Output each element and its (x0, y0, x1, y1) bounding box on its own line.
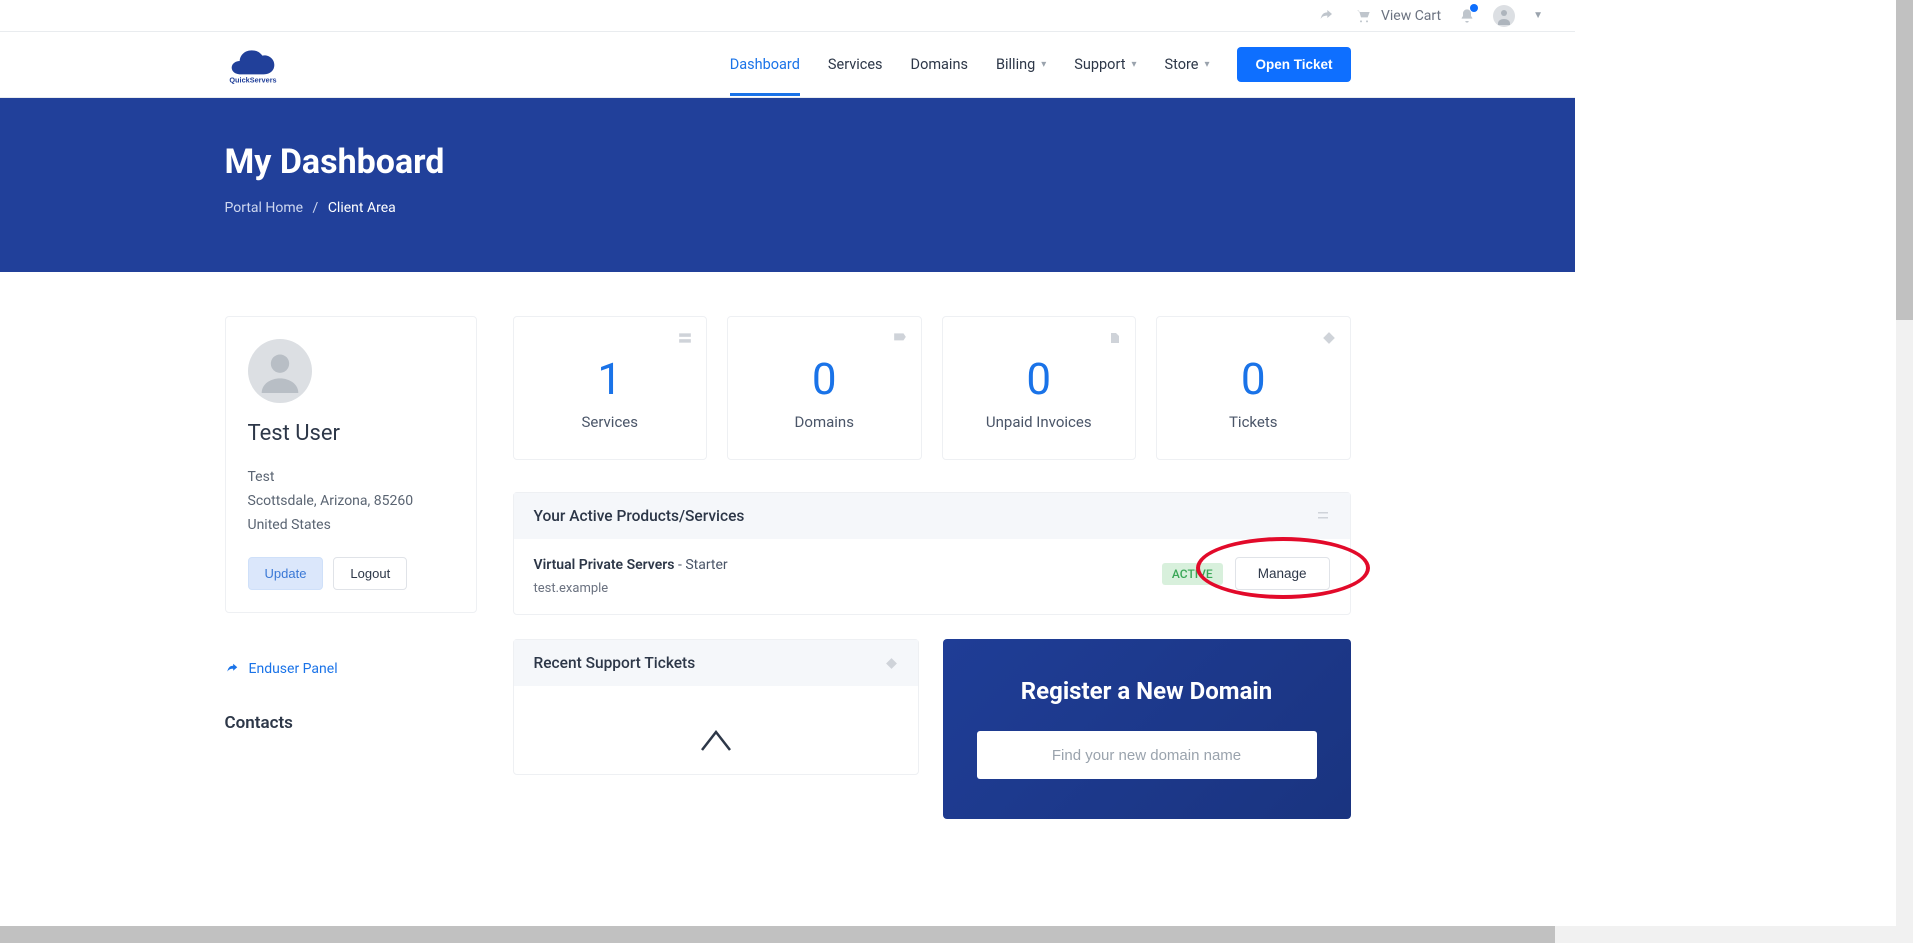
stat-services-label: Services (581, 413, 638, 431)
register-domain-title: Register a New Domain (977, 677, 1317, 705)
view-cart-text: View Cart (1381, 8, 1441, 24)
nav-store[interactable]: Store▾ (1164, 56, 1209, 73)
file-icon (1109, 331, 1121, 345)
user-company: Test (248, 466, 454, 490)
notification-dot (1470, 4, 1478, 12)
service-plan: Starter (685, 557, 727, 573)
stat-services-count: 1 (597, 353, 622, 405)
vertical-scrollbar[interactable] (1896, 0, 1913, 943)
breadcrumb-current: Client Area (328, 200, 396, 216)
user-country: United States (248, 514, 454, 538)
breadcrumb: Portal Home / Client Area (225, 200, 1351, 216)
vertical-scrollbar-thumb[interactable] (1896, 0, 1913, 320)
stat-tickets-count: 0 (1241, 353, 1266, 405)
contacts-heading: Contacts (225, 713, 477, 733)
service-row: Virtual Private Servers - Starter test.e… (534, 557, 1330, 596)
tag-icon[interactable] (885, 657, 898, 670)
logout-button[interactable]: Logout (333, 557, 407, 590)
stat-services[interactable]: 1 Services (513, 316, 708, 460)
enduser-panel-link[interactable]: Enduser Panel (225, 661, 477, 677)
nav-domains[interactable]: Domains (911, 56, 968, 73)
tag-icon (1322, 331, 1336, 345)
manage-button[interactable]: Manage (1235, 557, 1330, 590)
status-badge: ACTIVE (1162, 563, 1223, 585)
stat-invoices-label: Unpaid Invoices (986, 413, 1092, 431)
open-ticket-button[interactable]: Open Ticket (1237, 47, 1350, 82)
stat-invoices-count: 0 (1026, 353, 1051, 405)
server-icon (678, 331, 692, 345)
nav-dashboard[interactable]: Dashboard (730, 56, 800, 73)
domain-search-input[interactable] (995, 747, 1299, 764)
stat-domains[interactable]: 0 Domains (727, 316, 922, 460)
register-domain-card: Register a New Domain (943, 639, 1351, 819)
tag-icon (893, 331, 907, 345)
share-icon[interactable] (1317, 8, 1335, 24)
account-dropdown-caret[interactable]: ▼ (1533, 10, 1543, 21)
panel-menu-icon[interactable] (1316, 510, 1330, 522)
service-category: Virtual Private Servers (534, 557, 675, 573)
chevron-down-icon: ▾ (1041, 59, 1046, 70)
chevron-down-icon: ▾ (1204, 59, 1209, 70)
cart-icon (1353, 8, 1373, 24)
stat-tickets-label: Tickets (1229, 413, 1278, 431)
breadcrumb-home[interactable]: Portal Home (225, 200, 304, 216)
horizontal-scrollbar[interactable] (0, 926, 1896, 943)
user-avatar (248, 339, 312, 403)
nav-billing[interactable]: Billing▾ (996, 56, 1046, 73)
logo-text: QuickServers (229, 75, 276, 84)
chevron-down-icon: ▾ (1131, 59, 1136, 70)
active-products-title: Your Active Products/Services (534, 507, 745, 525)
user-location: Scottsdale, Arizona, 85260 (248, 490, 454, 514)
user-name: Test User (248, 421, 454, 446)
notifications-button[interactable] (1459, 7, 1475, 25)
recent-tickets-panel: Recent Support Tickets (513, 639, 919, 775)
user-card: Test User Test Scottsdale, Arizona, 8526… (225, 316, 477, 613)
share-icon (225, 662, 239, 676)
update-button[interactable]: Update (248, 557, 324, 590)
active-products-panel: Your Active Products/Services Virtual Pr… (513, 492, 1351, 615)
stat-domains-count: 0 (812, 353, 837, 405)
stat-invoices[interactable]: 0 Unpaid Invoices (942, 316, 1137, 460)
stat-tickets[interactable]: 0 Tickets (1156, 316, 1351, 460)
recent-tickets-title: Recent Support Tickets (534, 654, 696, 672)
horizontal-scrollbar-thumb[interactable] (0, 926, 1555, 943)
logo[interactable]: QuickServers (225, 45, 305, 85)
view-cart-link[interactable]: View Cart (1353, 8, 1441, 24)
page-title: My Dashboard (225, 142, 1351, 182)
service-domain: test.example (534, 581, 728, 596)
nav-services[interactable]: Services (828, 56, 883, 73)
empty-icon (696, 726, 736, 756)
breadcrumb-sep: / (313, 200, 319, 216)
stat-domains-label: Domains (795, 413, 854, 431)
service-plan-sep: - (675, 557, 686, 573)
account-avatar-small[interactable] (1493, 5, 1515, 27)
nav-support[interactable]: Support▾ (1074, 56, 1136, 73)
